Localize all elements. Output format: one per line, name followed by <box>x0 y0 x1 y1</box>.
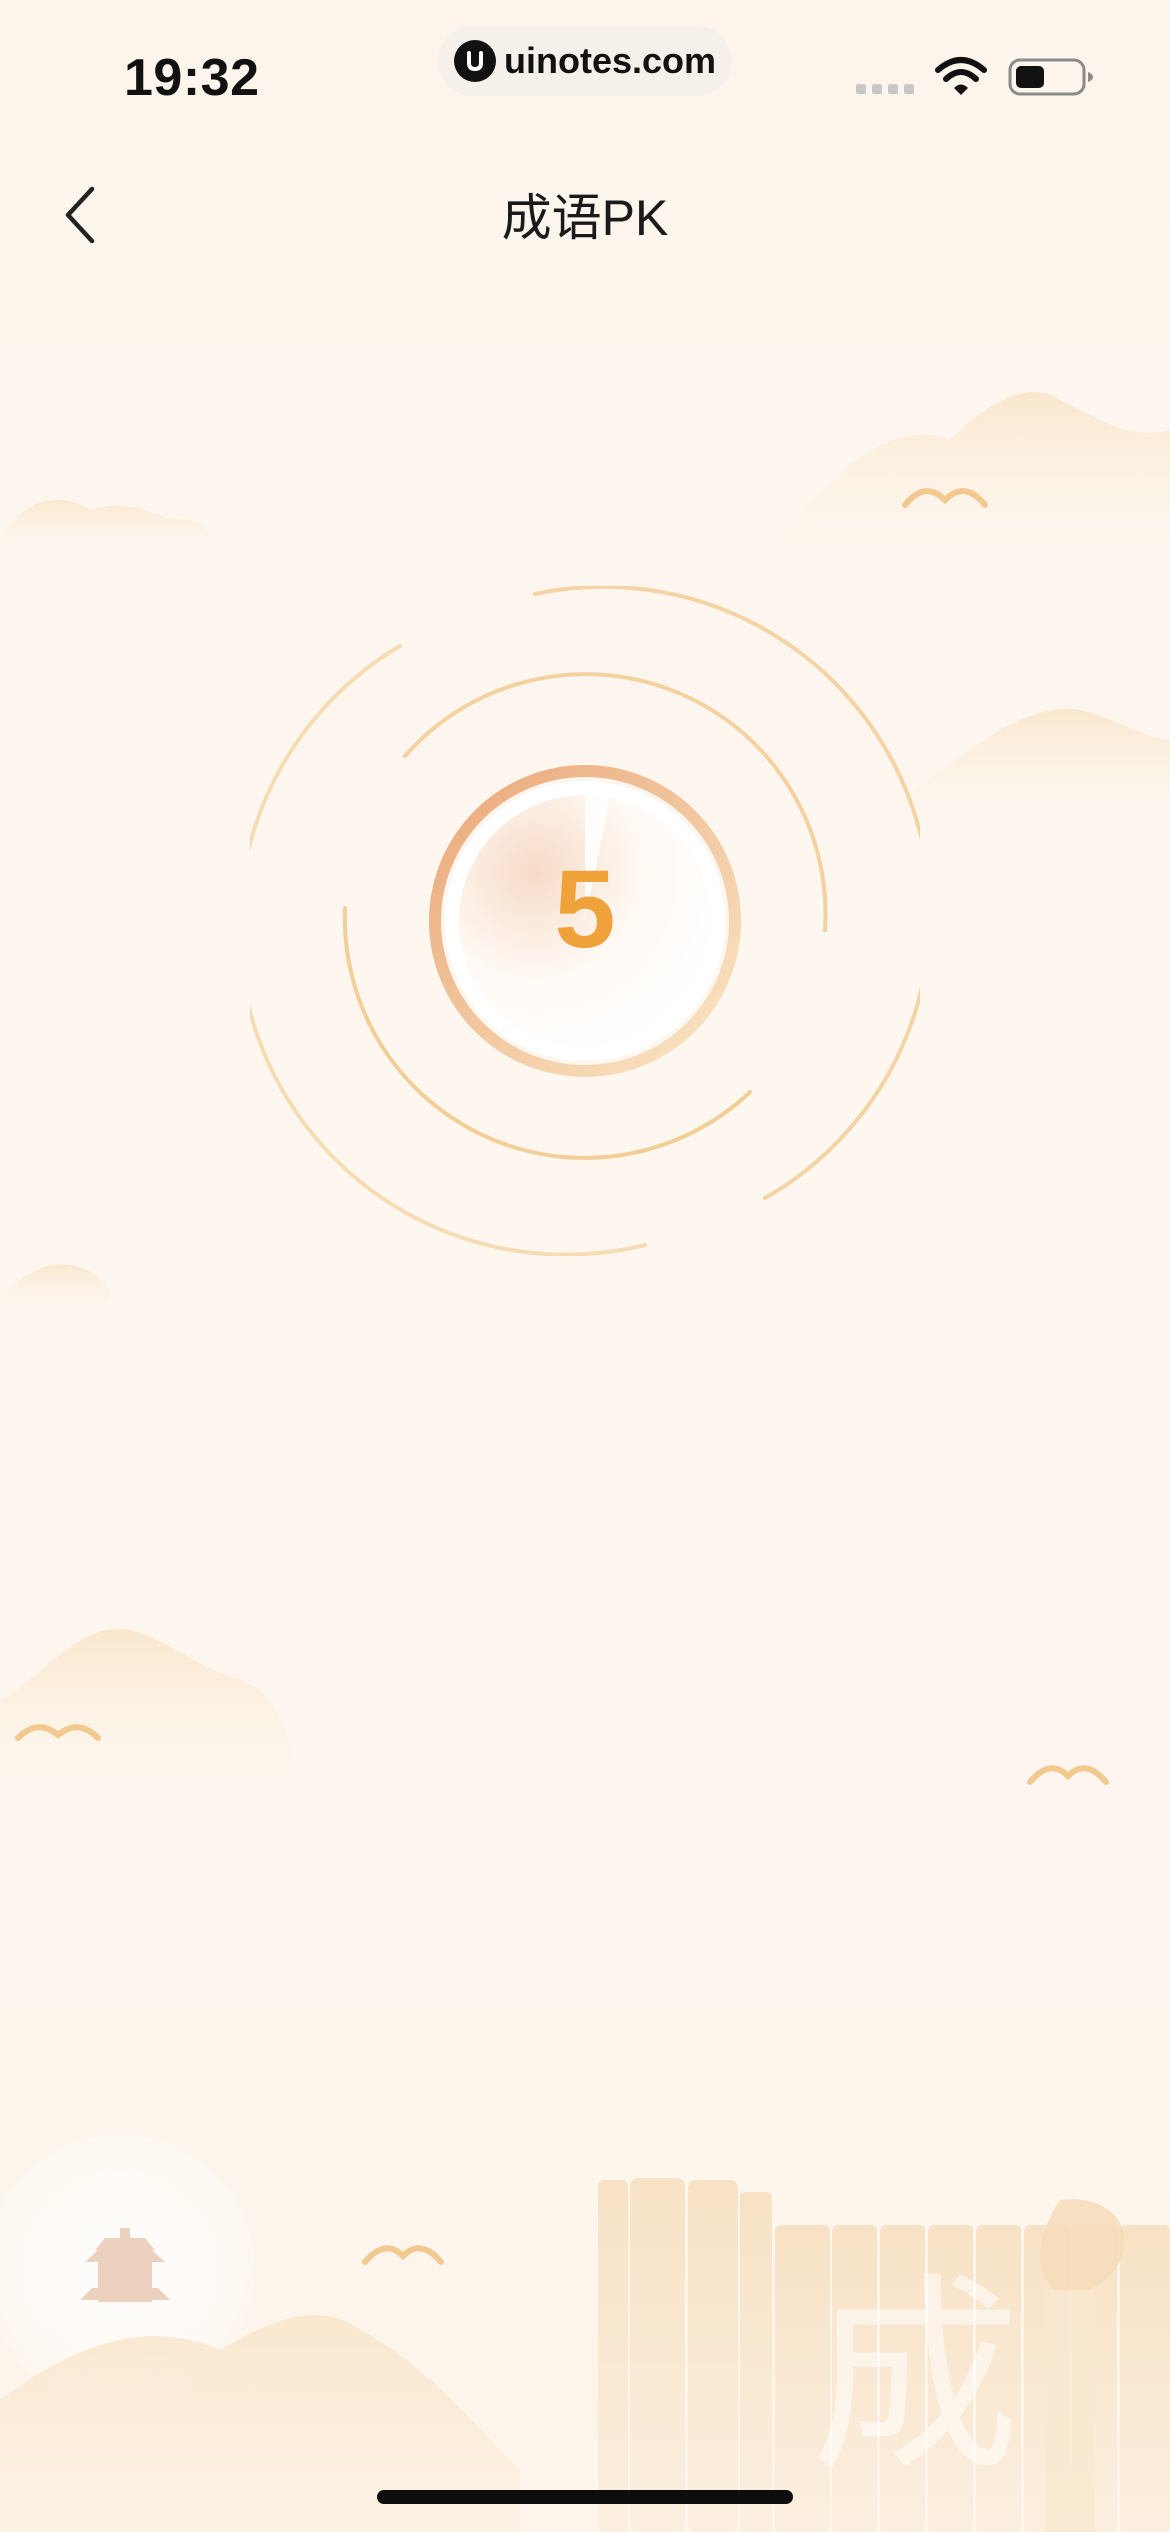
countdown-number: 5 <box>554 848 616 971</box>
url-badge: uinotes.com <box>438 26 732 96</box>
site-logo-icon <box>453 40 496 82</box>
home-indicator[interactable] <box>377 2490 793 2504</box>
status-bar: 19:32 uinotes.com <box>0 0 1170 130</box>
background-scenery: 成 <box>0 392 1170 2532</box>
banner-text: 成 <box>810 2255 1020 2500</box>
app-screen: 成 19:32 uinotes.com 成语PK 5 <box>0 0 1170 2532</box>
battery-icon <box>1008 58 1093 96</box>
url-text: uinotes.com <box>503 40 717 81</box>
status-time: 19:32 <box>124 49 260 107</box>
wifi-icon <box>935 57 987 95</box>
cloud-mountain-icon <box>0 500 220 1310</box>
signal-icon <box>856 84 914 94</box>
page-title: 成语PK <box>501 190 669 246</box>
cloud-mountain-icon <box>0 1628 300 1790</box>
